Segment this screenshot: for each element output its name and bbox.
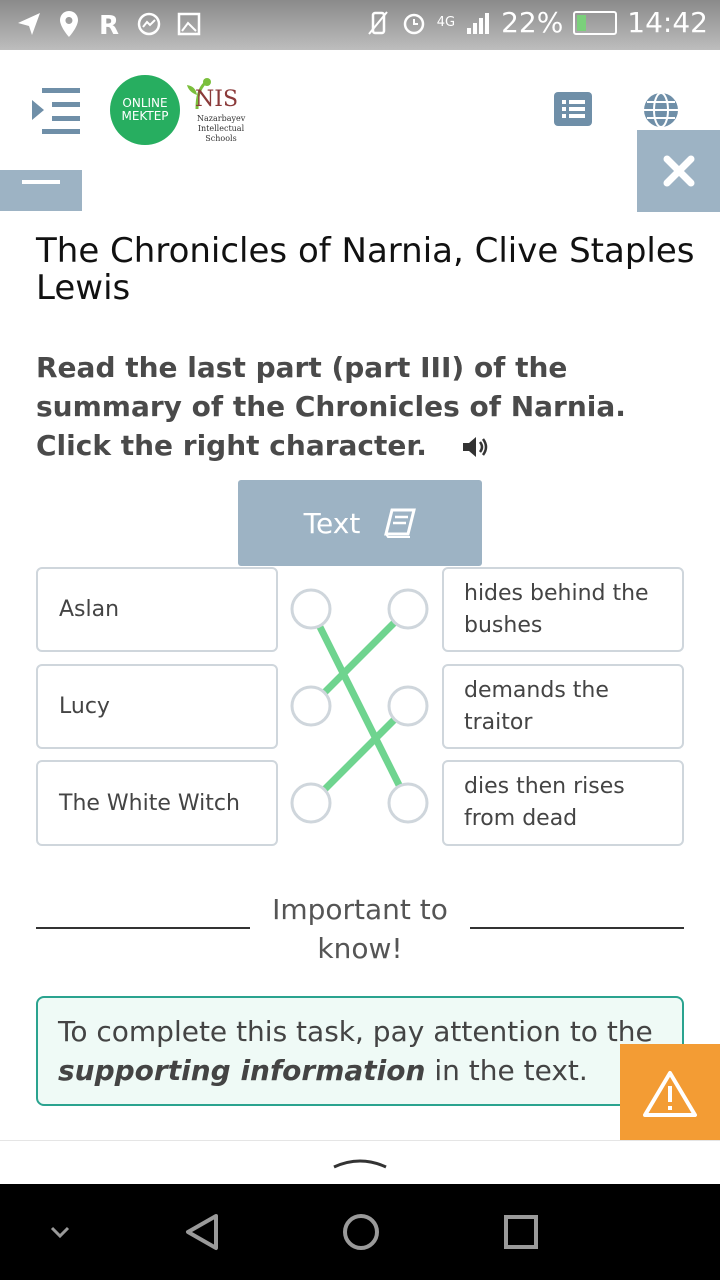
nis-subtitle: Nazarbayev Intellectual Schools — [197, 114, 246, 143]
logo-line2: MEKTEP — [121, 109, 169, 123]
left-option-lucy[interactable]: Lucy — [36, 664, 278, 749]
battery-icon — [573, 10, 618, 35]
chevron-up-icon[interactable] — [332, 1153, 388, 1173]
right-connector-dot[interactable] — [387, 782, 429, 824]
recents-icon[interactable] — [501, 1212, 541, 1252]
status-right-icons: 4G 22% 14:42 — [365, 6, 708, 39]
list-icon — [562, 100, 585, 118]
system-nav-bar — [0, 1184, 720, 1280]
text-button[interactable]: Text — [238, 480, 482, 566]
divider-line-left — [36, 927, 250, 929]
online-mektep-logo[interactable]: ONLINE MEKTEP — [110, 75, 180, 145]
matching-connectors — [290, 588, 429, 824]
back-icon[interactable] — [182, 1212, 222, 1252]
svg-text:R: R — [99, 11, 119, 39]
left-option-label: Aslan — [59, 597, 120, 622]
nis-logo: NIS Nazarbayev Intellectual Schools — [183, 77, 253, 147]
left-option-aslan[interactable]: Aslan — [36, 567, 278, 652]
left-option-label: The White Witch — [59, 790, 240, 816]
report-error-button[interactable] — [620, 1044, 720, 1144]
warning-icon — [643, 1071, 697, 1117]
book-icon — [384, 508, 417, 538]
right-option-label: hides behind the bushes — [464, 580, 649, 638]
messenger-icon — [137, 12, 161, 36]
right-option-demands[interactable]: demands the traitor — [442, 664, 684, 749]
right-connector-dot[interactable] — [387, 588, 429, 630]
instruction-text: Read the last part (part III) of the sum… — [36, 351, 626, 462]
info-text-emphasis: supporting information — [58, 1054, 426, 1087]
speaker-icon[interactable] — [461, 434, 491, 460]
info-text-before: To complete this task, pay attention to … — [58, 1015, 653, 1048]
info-text-after: in the text. — [425, 1054, 588, 1087]
navigation-icon — [18, 13, 40, 35]
gallery-icon — [177, 12, 201, 36]
left-connector-dot[interactable] — [290, 782, 332, 824]
connection-line — [308, 606, 411, 709]
contents-list-button[interactable] — [554, 92, 592, 126]
clock-time: 14:42 — [627, 6, 708, 39]
status-left-icons: R — [16, 9, 202, 39]
left-option-label: Lucy — [59, 694, 110, 719]
app-header: ONLINE MEKTEP NIS Nazarbayev Intellectua… — [0, 50, 720, 170]
status-bar: R 4G 22% 14:42 — [0, 0, 720, 50]
chevron-down-icon[interactable] — [48, 1222, 72, 1242]
location-pin-icon — [60, 11, 78, 37]
right-connector-dot[interactable] — [387, 685, 429, 727]
network-type: 4G — [436, 15, 456, 30]
important-label: Important to know! — [272, 893, 448, 965]
menu-icon[interactable] — [30, 86, 82, 136]
home-icon[interactable] — [341, 1212, 381, 1252]
minus-icon — [22, 180, 60, 184]
r-app-icon: R — [99, 11, 119, 39]
close-button[interactable] — [637, 130, 720, 212]
page-title: The Chronicles of Narnia, Clive Staples … — [36, 230, 695, 308]
right-option-dies[interactable]: dies then rises from dead — [442, 760, 684, 846]
divider-line-right — [470, 927, 684, 929]
right-option-label: dies then rises from dead — [464, 774, 625, 831]
connection-line — [308, 703, 411, 806]
globe-icon[interactable] — [642, 91, 680, 129]
nis-title: NIS — [195, 87, 239, 112]
collapse-tab[interactable] — [0, 170, 82, 211]
bottom-strip — [0, 1140, 720, 1185]
info-box: To complete this task, pay attention to … — [36, 996, 684, 1106]
task-instruction: Read the last part (part III) of the sum… — [36, 348, 676, 465]
text-button-label: Text — [303, 506, 361, 540]
alarm-icon — [403, 13, 424, 34]
right-option-label: demands the traitor — [464, 677, 609, 735]
left-option-white-witch[interactable]: The White Witch — [36, 760, 278, 846]
important-divider: Important to know! — [36, 890, 684, 970]
vibrate-off-icon — [367, 10, 388, 35]
signal-icon — [467, 12, 490, 34]
left-connector-dot[interactable] — [290, 685, 332, 727]
left-connector-dot[interactable] — [290, 588, 332, 630]
close-icon — [663, 155, 694, 187]
battery-percent: 22% — [501, 6, 564, 39]
right-option-hides[interactable]: hides behind the bushes — [442, 567, 684, 652]
